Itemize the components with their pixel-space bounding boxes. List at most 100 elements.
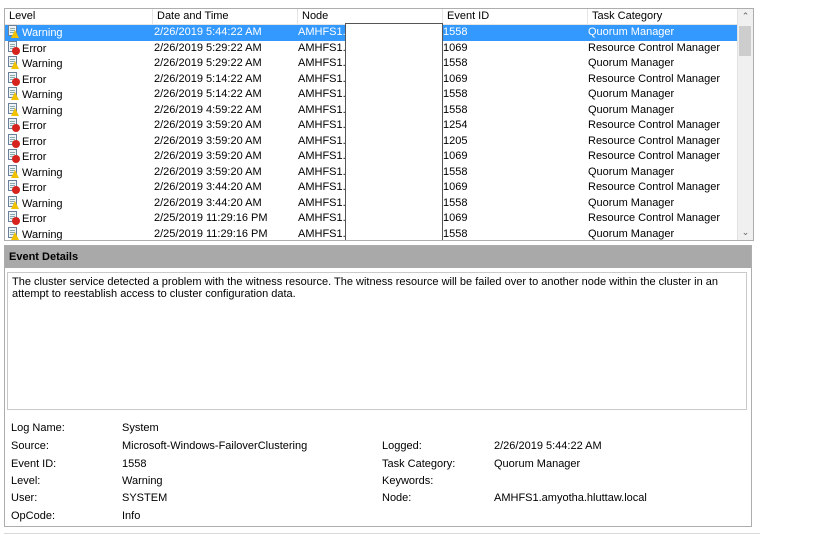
date-cell: 2/26/2019 5:14:22 AM (154, 72, 262, 85)
column-header-level-label: Level (9, 10, 36, 22)
event-id-cell: 1558 (443, 88, 468, 100)
node-cell: AMHFS1. (298, 57, 346, 69)
level-value: Warning (122, 475, 163, 487)
error-event-icon (7, 133, 20, 148)
date-cell: 2/26/2019 3:44:20 AM (154, 196, 262, 209)
level-cell: Warning (7, 164, 147, 182)
event-id-cell: 1069 (443, 72, 468, 85)
node-cell: AMHFS1. (298, 165, 346, 178)
event-id-cell: 1558 (443, 227, 468, 240)
level-text: Error (22, 135, 47, 148)
task-category-cell: Quorum Manager (588, 103, 675, 116)
warning-event-icon (7, 102, 20, 116)
scrollbar-thumb[interactable] (739, 26, 751, 56)
event-id-cell: 1558 (443, 165, 468, 178)
level-text: Warning (22, 27, 63, 39)
event-id-cell: 1069 (443, 150, 468, 162)
error-event-icon (7, 149, 20, 163)
node-cell: AMHFS1. (298, 119, 346, 131)
level-cell: Error (7, 40, 147, 58)
log-name-value: System (122, 422, 159, 434)
date-cell: 2/26/2019 5:14:22 AM (154, 88, 262, 100)
level-cell: Error (7, 211, 147, 228)
bottom-divider (4, 533, 760, 534)
keywords-label: Keywords: (382, 475, 434, 487)
node-cell: AMHFS1. (298, 72, 346, 85)
event-id-cell: 1069 (443, 41, 468, 54)
date-cell: 2/26/2019 3:59:20 AM (154, 119, 262, 131)
node-cell: AMHFS1. (298, 227, 346, 240)
task-category-cell: Resource Control Manager (588, 119, 721, 131)
level-cell: Warning (7, 87, 147, 104)
node-cell: AMHFS1. (298, 88, 346, 100)
chevron-up-icon[interactable]: ⌃ (738, 9, 753, 24)
level-label: Level: (11, 475, 41, 487)
task-category-cell: Quorum Manager (588, 196, 675, 209)
column-header-date[interactable]: Date and Time (153, 9, 298, 24)
column-header-task-label: Task Category (592, 10, 663, 22)
event-id-cell: 1069 (443, 212, 468, 224)
level-text: Error (22, 73, 47, 86)
task-category-cell: Quorum Manager (588, 165, 675, 178)
date-cell: 2/26/2019 3:59:20 AM (154, 150, 262, 162)
node-cell: AMHFS1. (298, 134, 346, 147)
node-cell: AMHFS1. (298, 103, 346, 116)
chevron-down-icon[interactable]: ⌄ (738, 225, 753, 240)
level-text: Error (22, 151, 47, 163)
level-text: Error (22, 182, 47, 194)
task-category-label: Task Category: (382, 458, 456, 470)
event-details-panel: Event Details The cluster service detect… (4, 245, 752, 527)
event-details-title: Event Details (5, 246, 751, 268)
level-cell: Error (7, 133, 147, 151)
date-cell: 2/25/2019 11:29:16 PM (154, 212, 268, 224)
task-category-cell: Resource Control Manager (588, 134, 721, 147)
error-event-icon (7, 180, 20, 194)
logged-label: Logged: (382, 440, 422, 452)
node-label: Node: (382, 492, 412, 504)
level-text: Error (22, 120, 47, 132)
log-name-label: Log Name: (11, 422, 65, 434)
level-cell: Error (7, 180, 147, 197)
date-cell: 2/26/2019 5:44:22 AM (154, 26, 262, 38)
event-list: Level Date and Time Node Event ID Task C… (4, 8, 754, 241)
event-id-cell: 1558 (443, 103, 468, 116)
warning-event-icon (7, 226, 20, 240)
node-cell: AMHFS1. (298, 181, 346, 193)
task-category-cell: Quorum Manager (588, 57, 675, 69)
column-header-node-label: Node (302, 10, 329, 22)
node-cell: AMHFS1. (298, 196, 346, 209)
date-cell: 2/26/2019 3:44:20 AM (154, 181, 262, 193)
redaction-box (345, 23, 443, 240)
date-cell: 2/26/2019 4:59:22 AM (154, 103, 262, 116)
level-cell: Error (7, 118, 147, 135)
event-id-cell: 1254 (443, 119, 468, 131)
level-text: Warning (22, 166, 63, 179)
level-cell: Error (7, 149, 147, 166)
warning-event-icon (7, 164, 20, 178)
level-text: Error (22, 213, 47, 225)
column-header-level[interactable]: Level (5, 9, 153, 24)
task-category-cell: Quorum Manager (588, 227, 675, 240)
user-label: User: (11, 492, 38, 504)
opcode-label: OpCode: (11, 510, 56, 522)
warning-event-icon (7, 56, 20, 69)
source-label: Source: (11, 440, 49, 452)
column-header-node[interactable]: Node (298, 9, 443, 24)
event-description[interactable]: The cluster service detected a problem w… (7, 272, 747, 410)
error-event-icon (7, 71, 20, 86)
vertical-scrollbar[interactable]: ⌃ ⌄ (737, 9, 753, 240)
level-text: Warning (22, 197, 63, 210)
error-event-icon (7, 211, 20, 225)
task-category-value: Quorum Manager (494, 458, 581, 470)
task-category-cell: Resource Control Manager (588, 150, 721, 162)
event-id-value: 1558 (122, 458, 147, 470)
event-id-cell: 1558 (443, 57, 468, 69)
date-cell: 2/25/2019 11:29:16 PM (154, 227, 268, 240)
event-id-cell: 1205 (443, 134, 468, 147)
task-category-cell: Resource Control Manager (588, 212, 721, 224)
task-category-cell: Quorum Manager (588, 88, 675, 100)
user-value: SYSTEM (122, 492, 168, 504)
event-id-cell: 1558 (443, 26, 468, 38)
column-header-event-id[interactable]: Event ID (443, 9, 588, 24)
column-header-task-category[interactable]: Task Category (588, 9, 737, 24)
